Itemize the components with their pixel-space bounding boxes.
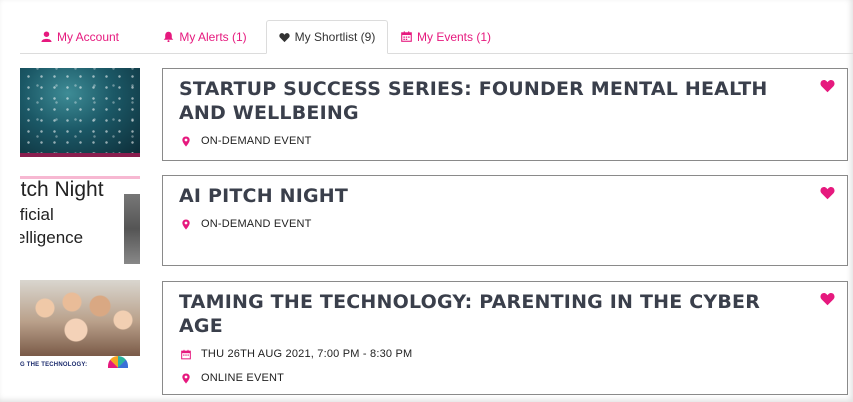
thumbnail-text: ificial — [20, 205, 54, 224]
event-location: ON-DEMAND EVENT — [181, 218, 312, 230]
map-marker-icon — [182, 135, 190, 147]
tab-label: My Shortlist (9) — [294, 30, 376, 44]
event-thumbnail[interactable] — [20, 68, 140, 157]
bell-icon — [164, 31, 174, 42]
tab-my-account[interactable]: My Account — [20, 20, 140, 53]
event-title[interactable]: STARTUP SUCCESS SERIES: FOUNDER MENTAL H… — [179, 77, 799, 125]
account-tabs: My Account My Alerts (1) My Shortlist (9… — [20, 20, 853, 54]
tab-label: My Account — [56, 29, 120, 44]
event-location: ONLINE EVENT — [181, 372, 284, 384]
event-card[interactable]: STARTUP SUCCESS SERIES: FOUNDER MENTAL H… — [162, 68, 848, 161]
calendar-icon — [401, 31, 412, 42]
location-text: ON-DEMAND EVENT — [201, 135, 312, 147]
tab-my-alerts[interactable]: My Alerts (1) — [144, 20, 266, 53]
calendar-icon — [181, 349, 191, 359]
shortlist-heart-icon[interactable] — [820, 292, 835, 306]
thumbnail-caption: G THE TECHNOLOGY: — [20, 362, 88, 368]
event-title[interactable]: AI PITCH NIGHT — [179, 184, 799, 208]
shortlist-panel: My Account My Alerts (1) My Shortlist (9… — [0, 0, 853, 402]
shortlist-heart-icon[interactable] — [820, 186, 835, 200]
thumbnail-text: elligence — [20, 228, 84, 247]
event-datetime: THU 26TH AUG 2021, 7:00 PM - 8:30 PM — [181, 348, 412, 360]
location-text: ONLINE EVENT — [201, 372, 285, 384]
thumbnail-text: itch Night — [20, 178, 104, 201]
tab-label: My Events (1) — [416, 29, 491, 44]
underwater-image — [20, 68, 140, 153]
event-thumbnail[interactable]: G THE TECHNOLOGY: — [20, 280, 140, 370]
shortlist-heart-icon[interactable] — [820, 79, 835, 93]
heart-icon — [279, 32, 290, 42]
event-card[interactable]: AI PITCH NIGHT ON-DEMAND EVENT — [162, 175, 848, 266]
family-photo — [20, 280, 140, 356]
event-card[interactable]: TAMING THE TECHNOLOGY: PARENTING IN THE … — [162, 281, 848, 395]
event-title[interactable]: TAMING THE TECHNOLOGY: PARENTING IN THE … — [179, 290, 799, 338]
tab-label: My Alerts (1) — [179, 29, 247, 44]
tab-my-shortlist[interactable]: My Shortlist (9) — [266, 20, 388, 54]
event-location: ON-DEMAND EVENT — [181, 135, 312, 147]
rainbow-logo-icon — [108, 356, 128, 368]
map-marker-icon — [182, 218, 190, 230]
tab-my-events[interactable]: My Events (1) — [390, 20, 502, 53]
user-icon — [41, 31, 52, 42]
robot-image — [124, 194, 140, 264]
event-thumbnail[interactable]: itch Night ificial elligence — [20, 176, 140, 264]
map-marker-icon — [182, 372, 190, 384]
datetime-text: THU 26TH AUG 2021, 7:00 PM - 8:30 PM — [201, 348, 413, 360]
location-text: ON-DEMAND EVENT — [201, 218, 312, 230]
